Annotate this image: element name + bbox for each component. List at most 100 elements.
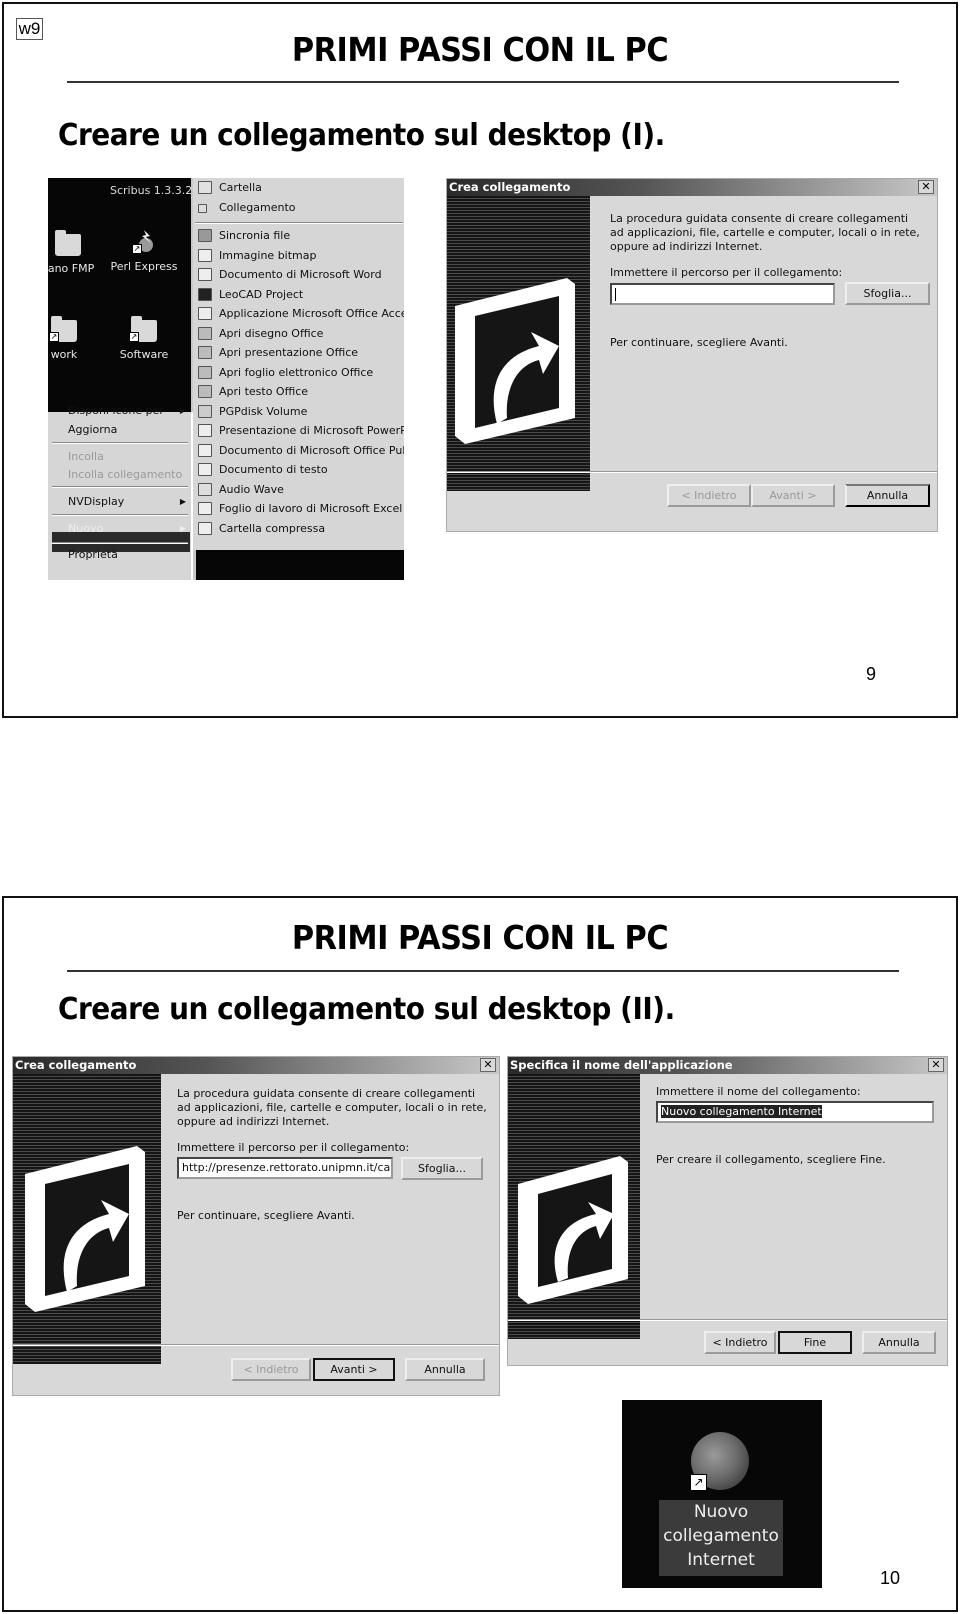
submenu-item-excel[interactable]: Foglio di lavoro di Microsoft Excel (193, 499, 404, 518)
office-drawing-icon (198, 326, 212, 340)
submenu-item-publisher[interactable]: Documento di Microsoft Office Publisher (193, 441, 404, 460)
desktop-icon-work[interactable]: ↗ work (48, 316, 104, 361)
menu-label: Proprietà (68, 548, 118, 561)
menu-separator (195, 222, 403, 224)
footer-divider (508, 1319, 947, 1321)
create-shortcut-dialog-filled: Crea collegamento ✕ La procedura guidata… (12, 1056, 500, 1396)
cancel-button[interactable]: Annulla (862, 1331, 936, 1354)
zip-folder-icon (198, 521, 212, 535)
next-button[interactable]: Avanti > (751, 484, 835, 507)
submenu-arrow-icon: ▶ (179, 406, 186, 415)
cancel-button[interactable]: Annulla (405, 1358, 485, 1381)
submenu-arrow-icon: ▶ (179, 524, 186, 533)
dialog-title: Crea collegamento (447, 179, 937, 196)
shortcut-arrow-icon: ↗ (690, 1474, 707, 1491)
shortcut-wizard-icon (25, 1146, 145, 1312)
submenu-item-sincronia-file[interactable]: Sincronia file (193, 226, 404, 245)
ctx-item-disponi-icone[interactable]: Disponi icone per ▶ (68, 402, 188, 420)
submenu-item-leocad[interactable]: LeoCAD Project (193, 285, 404, 304)
menu-separator (52, 542, 188, 544)
menu-label: Presentazione di Microsoft PowerPoint (219, 424, 404, 437)
submenu-arrow-icon: ▶ (179, 497, 186, 506)
shortcut-label: Nuovo collegamento Internet (659, 1500, 783, 1576)
folder-icon (55, 230, 81, 256)
submenu-item-word[interactable]: Documento di Microsoft Word (193, 265, 404, 284)
shortcut-arrow-icon: ↗ (49, 332, 59, 342)
create-shortcut-dialog: Crea collegamento ✕ La procedura guidata… (446, 178, 938, 532)
publisher-icon (198, 443, 212, 457)
menu-label: LeoCAD Project (219, 287, 304, 301)
back-button[interactable]: < Indietro (667, 484, 751, 507)
submenu-item-audio-wave[interactable]: Audio Wave (193, 480, 404, 499)
submenu-item-powerpoint[interactable]: Presentazione di Microsoft PowerPoint (193, 421, 404, 440)
perl-express-icon: ↗ (132, 230, 154, 254)
submenu-item-apri-testo[interactable]: Apri testo Office (193, 382, 404, 401)
menu-label: Documento di Microsoft Word (219, 268, 382, 281)
finish-button[interactable]: Fine (778, 1331, 852, 1354)
back-button[interactable]: < Indietro (704, 1331, 776, 1354)
ctx-item-aggiorna[interactable]: Aggiorna (68, 421, 188, 439)
new-submenu: Cartella Collegamento Sincronia file Imm… (193, 178, 404, 550)
desktop-background (196, 550, 404, 580)
desktop-icon-fmp[interactable]: liano FMP (48, 230, 108, 275)
close-icon[interactable]: ✕ (480, 1058, 496, 1072)
powerpoint-icon (198, 424, 212, 437)
desktop-shortcut-result[interactable]: ↗ Nuovo collegamento Internet (622, 1400, 822, 1588)
menu-label: Apri disegno Office (219, 326, 324, 340)
desktop-background (48, 178, 191, 412)
menu-label: PGPdisk Volume (219, 404, 308, 418)
submenu-item-apri-disegno[interactable]: Apri disegno Office (193, 324, 404, 343)
wizard-art (508, 1074, 640, 1339)
ctx-item-nuovo[interactable]: Nuovo ▶ (68, 520, 188, 538)
desktop-icon-software[interactable]: ↗ Software (104, 316, 184, 361)
desktop-icon-perl-express[interactable]: ↗ Perl Express (104, 230, 184, 273)
folder-icon (198, 181, 212, 194)
title-divider (67, 81, 899, 83)
shortcut-label-line: Nuovo (693, 1502, 749, 1522)
submenu-item-cartella[interactable]: Cartella (193, 178, 404, 197)
menu-label: NVDisplay (68, 495, 125, 508)
menu-label: Sincronia file (219, 229, 291, 242)
submenu-item-collegamento[interactable]: Collegamento (193, 198, 404, 217)
menu-label: Nuovo (68, 522, 104, 535)
submenu-item-cartella-compressa[interactable]: Cartella compressa (193, 519, 404, 538)
submenu-item-pgpdisk[interactable]: PGPdisk Volume (193, 402, 404, 421)
submenu-item-apri-presentazione[interactable]: Apri presentazione Office (193, 343, 404, 362)
submenu-item-immagine-bitmap[interactable]: Immagine bitmap (193, 246, 404, 265)
slide-title: PRIMI PASSI CON IL PC (291, 918, 669, 957)
cancel-button[interactable]: Annulla (845, 484, 930, 507)
close-icon[interactable]: ✕ (928, 1058, 944, 1072)
ctx-item-nvdisplay[interactable]: NVDisplay ▶ (68, 493, 188, 511)
ctx-item-incolla-collegamento[interactable]: Incolla collegamento (68, 466, 188, 484)
menu-label: Applicazione Microsoft Office Access (219, 307, 404, 320)
menu-label: Collegamento (219, 201, 296, 214)
audio-wave-icon (198, 482, 212, 496)
menu-label: Apri presentazione Office (219, 346, 359, 359)
path-label: Immettere il percorso per il collegament… (177, 1141, 410, 1154)
close-icon[interactable]: ✕ (918, 180, 934, 194)
ctx-item-proprieta[interactable]: Proprietà (68, 546, 188, 564)
back-button[interactable]: < Indietro (231, 1358, 311, 1381)
path-label: Immettere il percorso per il collegament… (610, 266, 843, 279)
browse-button[interactable]: Sfoglia... (401, 1157, 483, 1180)
desktop-icon-label: liano FMP (48, 262, 95, 275)
path-input[interactable] (610, 283, 835, 305)
continue-text: Per continuare, scegliere Avanti. (610, 336, 788, 349)
continue-text: Per continuare, scegliere Avanti. (177, 1209, 355, 1222)
path-input[interactable]: http://presenze.rettorato.unipmn.it/car (177, 1157, 393, 1179)
ctx-item-incolla[interactable]: Incolla (68, 448, 188, 466)
browse-button[interactable]: Sfoglia... (845, 282, 930, 305)
slide-subtitle: Creare un collegamento sul desktop (I). (58, 118, 665, 153)
menu-label: Disponi icone per (68, 404, 164, 417)
name-input[interactable]: Nuovo collegamento Internet (656, 1101, 934, 1123)
dialog-title: Specifica il nome dell'applicazione (508, 1057, 947, 1074)
next-button[interactable]: Avanti > (313, 1358, 395, 1381)
slide-subtitle: Creare un collegamento sul desktop (II). (58, 992, 675, 1027)
office-presentation-icon (198, 346, 212, 359)
submenu-item-access[interactable]: Applicazione Microsoft Office Access (193, 304, 404, 323)
wizard-intro-text: La procedura guidata consente di creare … (610, 212, 920, 253)
submenu-item-testo[interactable]: Documento di testo (193, 460, 404, 479)
wizard-intro-text: La procedura guidata consente di creare … (177, 1087, 487, 1128)
menu-label: Documento di testo (219, 463, 328, 476)
submenu-item-apri-foglio[interactable]: Apri foglio elettronico Office (193, 363, 404, 382)
